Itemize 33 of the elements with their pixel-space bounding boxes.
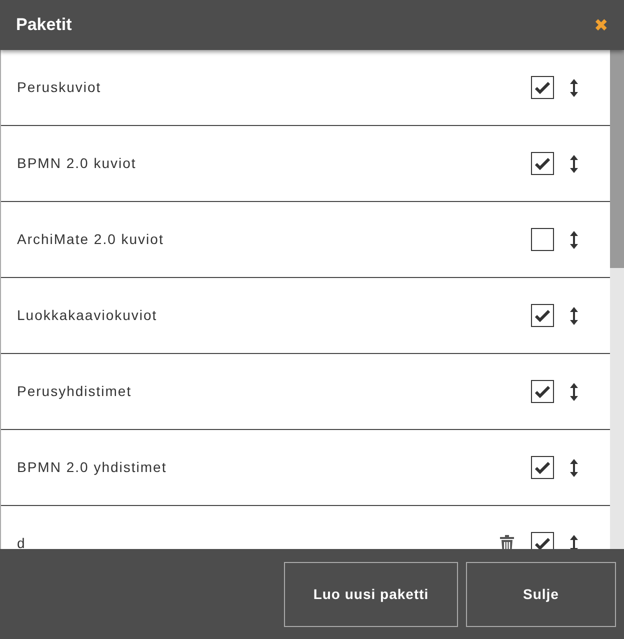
drag-handle-icon[interactable] bbox=[570, 306, 578, 324]
close-dialog-button[interactable]: Sulje bbox=[466, 562, 616, 626]
package-name: d bbox=[17, 534, 27, 549]
check-icon bbox=[535, 310, 550, 322]
dialog-title: Paketit bbox=[16, 14, 72, 36]
scrollbar-thumb[interactable] bbox=[610, 50, 624, 268]
drag-handle-icon[interactable] bbox=[570, 458, 578, 476]
drag-handle-icon[interactable] bbox=[570, 154, 578, 172]
package-name: Luokkakaaviokuviot bbox=[17, 306, 158, 325]
create-package-button[interactable]: Luo uusi paketti bbox=[284, 562, 458, 626]
check-icon bbox=[535, 158, 550, 170]
package-name: BPMN 2.0 kuviot bbox=[17, 154, 138, 173]
checkbox[interactable] bbox=[531, 228, 554, 251]
drag-handle-icon[interactable] bbox=[570, 78, 578, 96]
check-icon bbox=[535, 82, 550, 94]
package-name: ArchiMate 2.0 kuviot bbox=[17, 230, 165, 249]
check-icon bbox=[535, 386, 550, 398]
checkbox[interactable] bbox=[531, 456, 554, 479]
checkbox[interactable] bbox=[531, 152, 554, 175]
checkbox[interactable] bbox=[531, 304, 554, 327]
package-name: BPMN 2.0 yhdistimet bbox=[17, 458, 168, 477]
checkbox[interactable] bbox=[531, 380, 554, 403]
package-name: Perusyhdistimet bbox=[17, 382, 133, 401]
checkbox[interactable] bbox=[531, 76, 554, 99]
drag-handle-icon[interactable] bbox=[570, 382, 578, 400]
check-icon bbox=[535, 538, 550, 549]
close-button[interactable]: ✖ bbox=[594, 16, 608, 34]
package-name: Peruskuviot bbox=[17, 78, 102, 97]
checkbox[interactable] bbox=[531, 532, 554, 549]
drag-handle-icon[interactable] bbox=[570, 230, 578, 248]
drag-handle-icon[interactable] bbox=[570, 534, 578, 549]
scrollbar[interactable] bbox=[610, 50, 624, 549]
check-icon bbox=[535, 462, 550, 474]
